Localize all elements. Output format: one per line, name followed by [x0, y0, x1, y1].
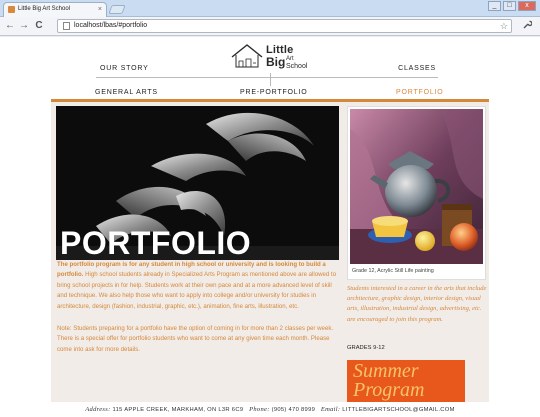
close-window-button[interactable]: x — [518, 1, 536, 11]
browser-tab[interactable]: Little Big Art School × — [3, 2, 107, 17]
browser-titlebar: Little Big Art School × _ □ x — [0, 0, 540, 17]
forward-button[interactable]: → — [18, 20, 30, 32]
tab-close-icon[interactable]: × — [98, 3, 102, 16]
program-description: The portfolio program is for any student… — [57, 260, 342, 312]
grades-label: GRADES 9-12 — [347, 345, 385, 351]
main-content: PORTFOLIO The portfolio program is for a… — [51, 102, 489, 402]
still-life-painting — [350, 109, 483, 264]
nav-general-arts[interactable]: GENERAL ARTS — [95, 89, 158, 96]
address-label: Address: — [85, 406, 111, 413]
nav-divider — [96, 77, 438, 78]
hero-image: PORTFOLIO — [56, 106, 339, 260]
phone-text: (905) 470 8999 — [271, 407, 316, 413]
sidebar-intro: Students interested in a career in the a… — [347, 285, 487, 323]
program-note: Note: Students preparing for a portfolio… — [57, 325, 334, 353]
site-footer: Address: 115 APPLE CREEK, MARKHAM, ON L3… — [0, 403, 540, 417]
top-nav: OUR STORY CLASSES — [100, 65, 436, 75]
email-label: Email: — [320, 406, 341, 413]
nav-connector — [270, 73, 271, 86]
nav-our-story[interactable]: OUR STORY — [100, 65, 149, 72]
summer-program-banner[interactable]: Summer Program — [347, 360, 465, 402]
window-controls: _ □ x — [488, 1, 536, 11]
browser-toolbar: ← → C localhost/lbas/#portfolio ☆ — [0, 17, 540, 36]
email-link[interactable]: LITTLEBIGARTSCHOOL@GMAIL.COM — [342, 407, 454, 413]
nav-classes[interactable]: CLASSES — [398, 65, 436, 72]
url-text: localhost/lbas/#portfolio — [74, 22, 148, 29]
address-text: 115 APPLE CREEK, MARKHAM, ON L3R 6C9 — [112, 407, 244, 413]
logo-word-art: Art — [286, 56, 294, 62]
favicon-icon — [8, 6, 15, 13]
phone-label: Phone: — [249, 406, 270, 413]
bookmark-star-icon[interactable]: ☆ — [500, 20, 508, 32]
new-tab-button[interactable] — [108, 5, 126, 14]
painting-card: Grade 12, Acrylic Still Life painting — [347, 106, 486, 280]
wrench-icon[interactable] — [522, 20, 533, 33]
nav-pre-portfolio[interactable]: PRE-PORTFOLIO — [240, 89, 307, 96]
page-viewport: Little Big Art School OUR STORY CLASSES … — [0, 37, 540, 417]
hero-title: PORTFOLIO — [60, 225, 252, 260]
maximize-button[interactable]: □ — [503, 1, 516, 11]
summer-program-title: Summer Program — [353, 361, 425, 401]
sub-nav: GENERAL ARTS PRE-PORTFOLIO PORTFOLIO — [95, 89, 443, 99]
nav-portfolio[interactable]: PORTFOLIO — [396, 89, 444, 96]
program-word: Program — [353, 379, 425, 401]
tab-title: Little Big Art School — [18, 6, 71, 12]
description-body: High school students already in Speciali… — [57, 271, 337, 310]
painting-caption: Grade 12, Acrylic Still Life painting — [352, 268, 434, 274]
address-bar[interactable]: localhost/lbas/#portfolio ☆ — [57, 19, 512, 33]
back-button[interactable]: ← — [4, 20, 16, 32]
page-icon — [63, 22, 70, 30]
minimize-button[interactable]: _ — [488, 1, 501, 11]
reload-button[interactable]: C — [33, 20, 45, 32]
